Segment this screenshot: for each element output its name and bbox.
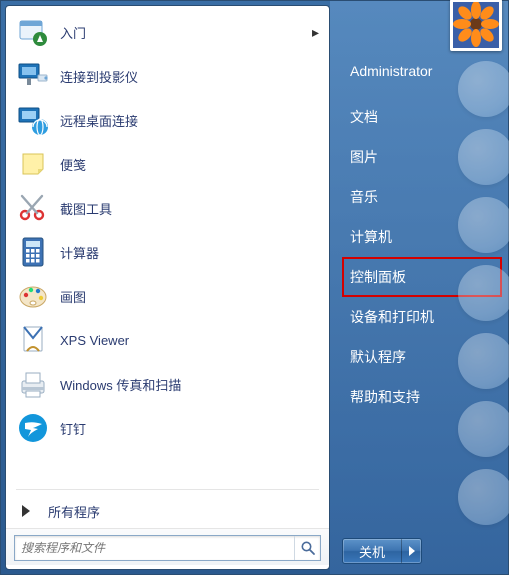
program-item-sticky[interactable]: 便笺 (6, 142, 329, 186)
program-label: 计算器 (60, 243, 99, 262)
program-item-fax[interactable]: Windows 传真和扫描 (6, 362, 329, 406)
program-item-xps[interactable]: XPS Viewer (6, 318, 329, 362)
welcome-icon (16, 15, 50, 49)
triangle-right-icon (22, 505, 30, 517)
program-item-paint[interactable]: 画图 (6, 274, 329, 318)
chevron-right-icon (409, 546, 415, 556)
right-item-control-panel[interactable]: 控制面板 (342, 257, 502, 297)
program-label: 钉钉 (60, 419, 86, 438)
right-item-defaults[interactable]: 默认程序 (342, 337, 502, 377)
shutdown-button[interactable]: 关机 (342, 538, 422, 564)
search-row (6, 528, 329, 565)
all-programs-label: 所有程序 (48, 502, 100, 521)
calc-icon (16, 235, 50, 269)
rdp-icon (16, 103, 50, 137)
program-item-getting-started[interactable]: 入门 ▸ (6, 10, 329, 54)
program-list: 入门 ▸ 连接到投影仪 远程桌面连接 便笺 截图工具 计算器 (6, 10, 329, 485)
right-items: 文档图片音乐计算机控制面板设备和打印机默认程序帮助和支持 (342, 97, 502, 417)
right-item-label: 帮助和支持 (350, 389, 420, 405)
username-label: Administrator (350, 63, 432, 79)
right-item-documents[interactable]: 文档 (342, 97, 502, 137)
fax-icon (16, 367, 50, 401)
program-label: 截图工具 (60, 199, 112, 218)
program-item-dingtalk[interactable]: 钉钉 (6, 406, 329, 450)
right-item-devices[interactable]: 设备和打印机 (342, 297, 502, 337)
right-item-computer[interactable]: 计算机 (342, 217, 502, 257)
separator (16, 489, 319, 490)
submenu-arrow-icon: ▸ (312, 24, 319, 41)
program-item-calc[interactable]: 计算器 (6, 230, 329, 274)
program-label: Windows 传真和扫描 (60, 375, 181, 394)
scissors-icon (16, 191, 50, 225)
projector-icon (16, 59, 50, 93)
shutdown-row: 关机 (342, 530, 502, 574)
right-item-label: 计算机 (350, 229, 392, 245)
program-label: XPS Viewer (60, 333, 129, 348)
program-item-rdp[interactable]: 远程桌面连接 (6, 98, 329, 142)
right-item-label: 默认程序 (350, 349, 406, 365)
program-item-snip[interactable]: 截图工具 (6, 186, 329, 230)
program-label: 远程桌面连接 (60, 111, 138, 130)
right-item-label: 图片 (350, 149, 378, 165)
user-avatar[interactable] (450, 0, 502, 51)
right-item-music[interactable]: 音乐 (342, 177, 502, 217)
search-icon[interactable] (294, 536, 320, 560)
program-label: 连接到投影仪 (60, 67, 138, 86)
right-item-label: 控制面板 (350, 269, 406, 285)
program-label: 画图 (60, 287, 86, 306)
right-item-help[interactable]: 帮助和支持 (342, 377, 502, 417)
user-name-link[interactable]: Administrator (342, 53, 502, 89)
xps-icon (16, 323, 50, 357)
shutdown-options-button[interactable] (401, 539, 421, 563)
shutdown-label: 关机 (343, 542, 401, 561)
program-item-projector[interactable]: 连接到投影仪 (6, 54, 329, 98)
right-item-label: 音乐 (350, 189, 378, 205)
right-item-label: 设备和打印机 (350, 309, 434, 325)
right-item-label: 文档 (350, 109, 378, 125)
sticky-icon (16, 147, 50, 181)
paint-icon (16, 279, 50, 313)
search-box (14, 535, 321, 561)
right-panel: Administrator 文档图片音乐计算机控制面板设备和打印机默认程序帮助和… (330, 1, 508, 574)
program-label: 便笺 (60, 155, 86, 174)
avatar-flower-icon (453, 2, 499, 48)
program-label: 入门 (60, 23, 86, 42)
avatar-row (342, 0, 502, 53)
start-menu: 入门 ▸ 连接到投影仪 远程桌面连接 便笺 截图工具 计算器 (0, 0, 509, 575)
left-panel: 入门 ▸ 连接到投影仪 远程桌面连接 便笺 截图工具 计算器 (5, 5, 330, 570)
all-programs-link[interactable]: 所有程序 (6, 494, 329, 528)
dingtalk-icon (16, 411, 50, 445)
search-input[interactable] (15, 541, 294, 555)
right-item-pictures[interactable]: 图片 (342, 137, 502, 177)
